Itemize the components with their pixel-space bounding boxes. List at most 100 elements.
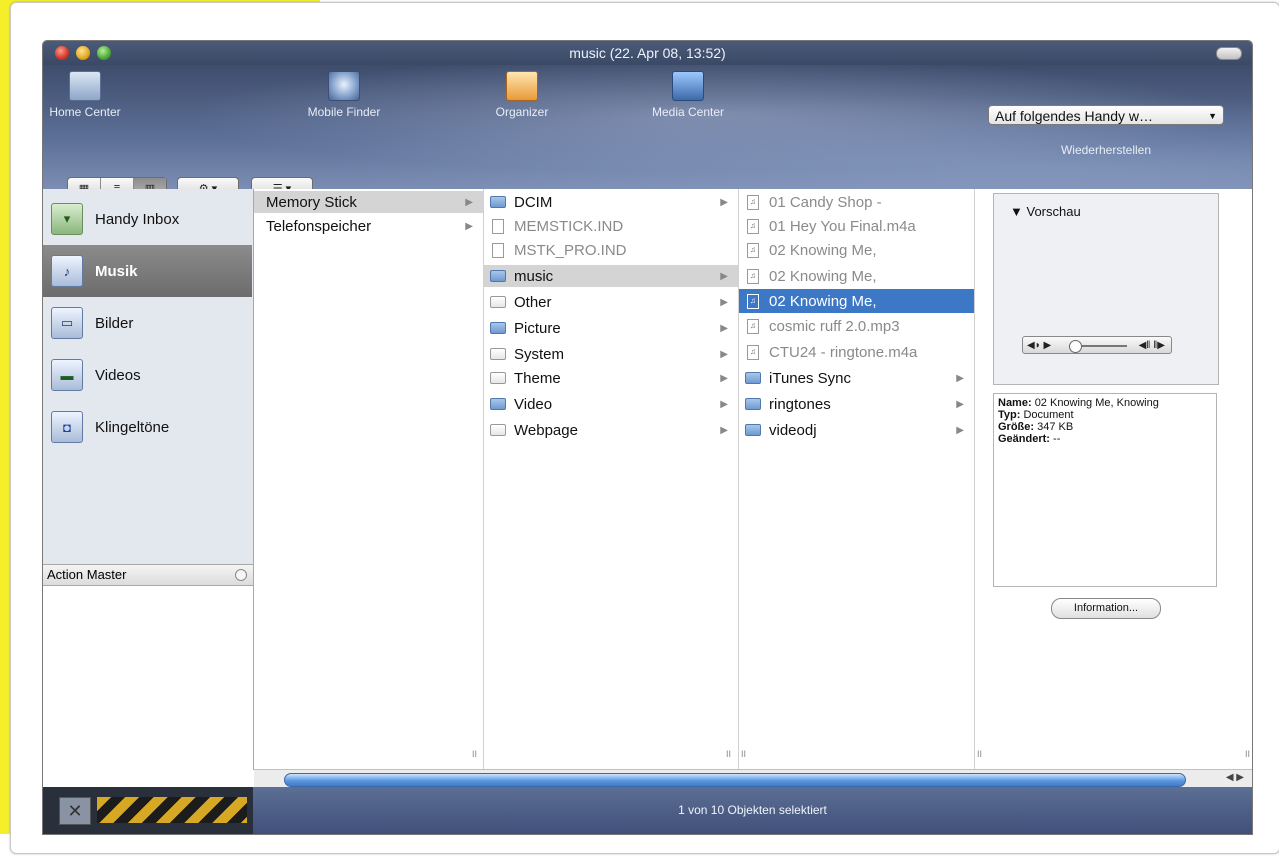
info-name-row: Name: 02 Knowing Me, Knowing bbox=[998, 397, 1159, 409]
list-item-memstick-ind[interactable]: MEMSTICK.IND bbox=[484, 215, 738, 237]
hazard-stripes bbox=[97, 797, 247, 823]
list-item-videodj[interactable]: videodj ▶ bbox=[739, 419, 974, 441]
sidebar-item-handy-inbox[interactable]: ▾ Handy Inbox bbox=[43, 193, 252, 245]
list-item-itunes-sync[interactable]: iTunes Sync ▶ bbox=[739, 367, 974, 389]
scroll-thumb[interactable] bbox=[284, 773, 1186, 787]
toolbar-organizer[interactable]: Organizer bbox=[487, 71, 557, 119]
list-item-music[interactable]: music ▶ bbox=[484, 265, 738, 287]
toolbar-home-center[interactable]: Home Center bbox=[47, 71, 123, 119]
chevron-right-icon: ▶ bbox=[720, 296, 728, 308]
disclosure-triangle-icon: ▼ bbox=[1010, 204, 1023, 219]
chevron-right-icon: ▶ bbox=[720, 372, 728, 384]
list-item-hey-you[interactable]: ♫ 01 Hey You Final.m4a bbox=[739, 215, 974, 237]
column-resize-handle[interactable]: II bbox=[726, 749, 731, 759]
chevron-right-icon: ▶ bbox=[720, 348, 728, 360]
audio-file-icon: ♫ bbox=[747, 242, 759, 258]
list-item-telefonspeicher[interactable]: Telefonspeicher ▶ bbox=[254, 215, 483, 237]
action-master-options-icon[interactable] bbox=[235, 569, 247, 581]
home-icon bbox=[69, 71, 101, 101]
pictures-icon: ▭ bbox=[51, 307, 83, 339]
sidebar-item-videos[interactable]: ▬ Videos bbox=[43, 349, 252, 401]
list-item-knowing-me-selected[interactable]: ♫ 02 Knowing Me, bbox=[739, 289, 974, 313]
audio-player: ◀◗ ▶ ◀‖ ‖▶ bbox=[1022, 336, 1172, 354]
status-text: 1 von 10 Objekten selektiert bbox=[678, 803, 827, 817]
action-master-panel: Action Master bbox=[43, 564, 254, 770]
action-master-header: Action Master bbox=[43, 565, 253, 586]
sidebar-item-klingeltoene[interactable]: ◘ Klingeltöne bbox=[43, 401, 252, 453]
list-item-memory-stick[interactable]: Memory Stick ▶ bbox=[254, 191, 483, 213]
restore-label[interactable]: Wiederherstellen bbox=[988, 143, 1224, 157]
zoom-button[interactable] bbox=[97, 46, 111, 60]
horizontal-scrollbar[interactable]: ◀ ▶ bbox=[254, 769, 1252, 788]
app-window: music (22. Apr 08, 13:52) Home Center Mo… bbox=[42, 40, 1253, 835]
volume-icon[interactable]: ◀◗ ▶ bbox=[1027, 340, 1051, 351]
list-item-cosmic-ruff[interactable]: ♫ cosmic ruff 2.0.mp3 bbox=[739, 315, 974, 337]
list-item-video[interactable]: Video ▶ bbox=[484, 393, 738, 415]
disconnect-icon[interactable]: ✕ bbox=[59, 797, 91, 825]
folder-icon bbox=[745, 424, 761, 436]
info-type-row: Typ: Document bbox=[998, 409, 1074, 421]
audio-file-icon: ♫ bbox=[747, 293, 759, 309]
scroll-arrows[interactable]: ◀ ▶ bbox=[1226, 772, 1244, 783]
sidebar-item-musik[interactable]: ♪ Musik bbox=[43, 245, 252, 297]
chevron-right-icon: ▶ bbox=[720, 322, 728, 334]
audio-file-icon: ♫ bbox=[747, 318, 759, 334]
music-icon: ♪ bbox=[51, 255, 83, 287]
window-title: music (22. Apr 08, 13:52) bbox=[569, 45, 726, 61]
chevron-right-icon: ▶ bbox=[720, 196, 728, 208]
list-item-knowing-me-2[interactable]: ♫ 02 Knowing Me, bbox=[739, 265, 974, 287]
folder-icon bbox=[745, 372, 761, 384]
folder-icon bbox=[490, 196, 506, 208]
document-icon bbox=[492, 218, 504, 234]
sidebar-item-bilder[interactable]: ▭ Bilder bbox=[43, 297, 252, 349]
column-resize-handle[interactable]: II bbox=[1245, 749, 1250, 759]
list-item-other[interactable]: Other ▶ bbox=[484, 291, 738, 313]
list-item-candy-shop[interactable]: ♫ 01 Candy Shop - bbox=[739, 191, 974, 213]
column-resize-handle[interactable]: II bbox=[741, 749, 746, 759]
information-button[interactable]: Information... bbox=[1051, 598, 1161, 619]
chevron-right-icon: ▶ bbox=[465, 196, 473, 208]
minimize-button[interactable] bbox=[76, 46, 90, 60]
toolbar-toggle-button[interactable] bbox=[1216, 47, 1242, 60]
toolbar-mobile-finder[interactable]: Mobile Finder bbox=[289, 71, 399, 119]
chevron-right-icon: ▶ bbox=[956, 398, 964, 410]
column-2: DCIM ▶ MEMSTICK.IND MSTK_PRO.IND music ▶… bbox=[484, 189, 739, 769]
chevron-right-icon: ▶ bbox=[956, 372, 964, 384]
close-button[interactable] bbox=[55, 46, 69, 60]
preview-title[interactable]: ▼ Vorschau bbox=[1010, 204, 1081, 219]
handy-select[interactable]: Auf folgendes Handy w… ▼ bbox=[988, 105, 1224, 125]
sidebar: ▾ Handy Inbox ♪ Musik ▭ Bilder ▬ Videos … bbox=[43, 189, 254, 564]
media-center-icon bbox=[672, 71, 704, 101]
column-resize-handle[interactable]: II bbox=[977, 749, 982, 759]
list-item-mstk-pro-ind[interactable]: MSTK_PRO.IND bbox=[484, 239, 738, 261]
list-item-ctu24[interactable]: ♫ CTU24 - ringtone.m4a bbox=[739, 341, 974, 363]
folder-icon bbox=[490, 270, 506, 282]
toolbar: Home Center Mobile Finder Organizer Medi… bbox=[43, 65, 1252, 199]
playback-slider-knob[interactable] bbox=[1069, 340, 1082, 353]
column-resize-handle[interactable]: II bbox=[472, 749, 477, 759]
list-item-system[interactable]: System ▶ bbox=[484, 343, 738, 365]
organizer-icon bbox=[506, 71, 538, 101]
chevron-down-icon: ▼ bbox=[1208, 111, 1217, 121]
folder-icon bbox=[490, 424, 506, 436]
folder-icon bbox=[490, 398, 506, 410]
folder-icon bbox=[490, 372, 506, 384]
audio-file-icon: ♫ bbox=[747, 344, 759, 360]
skip-buttons[interactable]: ◀‖ ‖▶ bbox=[1139, 337, 1165, 355]
audio-file-icon: ♫ bbox=[747, 218, 759, 234]
chevron-right-icon: ▶ bbox=[956, 424, 964, 436]
list-item-ringtones[interactable]: ringtones ▶ bbox=[739, 393, 974, 415]
info-size-row: Größe: 347 KB bbox=[998, 421, 1074, 433]
folder-icon bbox=[490, 348, 506, 360]
list-item-knowing-me-1[interactable]: ♫ 02 Knowing Me, bbox=[739, 239, 974, 261]
list-item-dcim[interactable]: DCIM ▶ bbox=[484, 191, 738, 213]
title-bar: music (22. Apr 08, 13:52) bbox=[43, 41, 1252, 65]
list-item-webpage[interactable]: Webpage ▶ bbox=[484, 419, 738, 441]
chevron-right-icon: ▶ bbox=[720, 424, 728, 436]
toolbar-media-center[interactable]: Media Center bbox=[643, 71, 733, 119]
info-box: Name: 02 Knowing Me, Knowing Typ: Docume… bbox=[993, 393, 1217, 587]
list-item-picture[interactable]: Picture ▶ bbox=[484, 317, 738, 339]
document-icon bbox=[492, 242, 504, 258]
chevron-right-icon: ▶ bbox=[465, 220, 473, 232]
list-item-theme[interactable]: Theme ▶ bbox=[484, 367, 738, 389]
